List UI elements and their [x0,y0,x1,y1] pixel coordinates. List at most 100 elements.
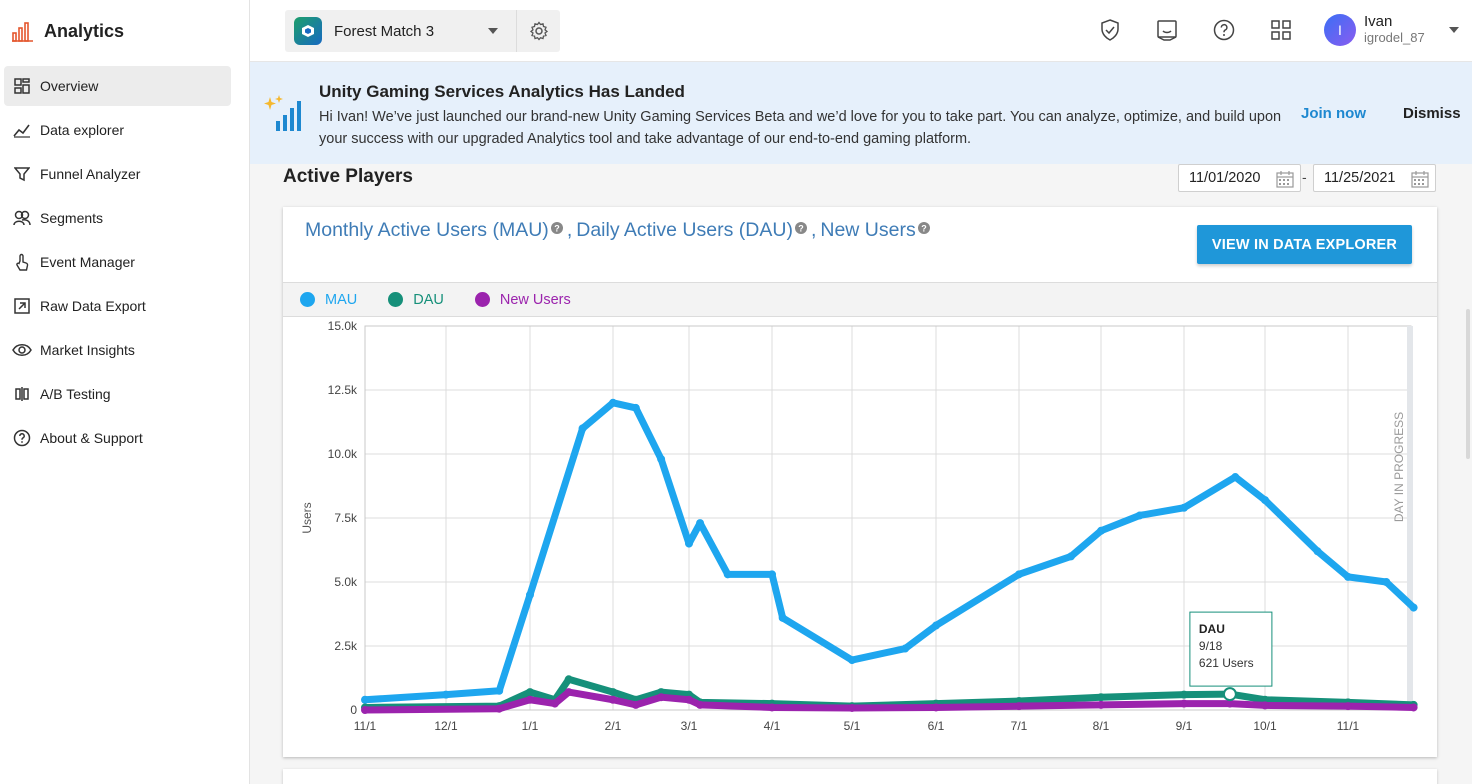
mau-title-link[interactable]: Monthly Active Users (MAU) [305,219,549,242]
sidebar-item-label: Market Insights [40,342,135,358]
info-icon[interactable]: ? [550,222,563,234]
touch-icon [12,252,32,272]
new-users-point [848,703,856,712]
dismiss-button[interactable]: Dismiss [1403,105,1461,122]
banner-title: Unity Gaming Services Analytics Has Land… [319,82,685,101]
legend-item-new-users[interactable]: New Users [474,292,571,308]
mau-point [1097,526,1105,535]
overview-icon [12,76,32,96]
sidebar-item-ab-testing[interactable]: A/B Testing [4,374,231,414]
sidebar-item-overview[interactable]: Overview [4,66,231,106]
project-selector[interactable]: Forest Match 3 [285,10,560,52]
scrollbar-thumb[interactable] [1466,309,1470,459]
mau-point [723,570,732,579]
eye-icon [12,340,32,360]
new-users-point [1097,700,1105,709]
segments-icon [12,208,32,228]
tooltip-series: DAU [1199,622,1225,636]
sidebar-item-raw-data-export[interactable]: Raw Data Export [4,286,231,326]
info-icon[interactable]: ? [917,222,930,234]
day-in-progress-band [1407,326,1413,710]
line-chart-icon [12,120,32,140]
mau-point [1231,473,1240,482]
calendar-icon[interactable] [1411,170,1429,188]
x-tick-label: 10/1 [1253,719,1277,733]
dau-title-link[interactable]: Daily Active Users (DAU) [576,219,793,242]
sidebar-item-about-support[interactable]: About & Support [4,418,231,458]
view-in-data-explorer-button[interactable]: VIEW IN DATA EXPLORER [1197,225,1412,264]
sidebar-item-label: Data explorer [40,122,125,138]
y-tick-label: 15.0k [328,319,358,333]
mau-point [1382,578,1391,586]
help-icon[interactable] [1212,18,1236,42]
sidebar-item-label: Segments [40,210,104,226]
gear-icon [529,21,548,41]
legend-item-mau[interactable]: MAU [300,292,357,308]
user-handle: igrodel_87 [1364,30,1425,45]
info-icon[interactable]: ? [794,222,807,234]
tooltip-date: 9/18 [1199,639,1223,653]
title-separator: , [810,219,817,241]
user-menu[interactable]: I Ivan igrodel_87 [1324,14,1459,46]
calendar-icon[interactable] [1276,170,1294,188]
mau-point [1015,570,1023,579]
sidebar-item-label: About & Support [40,430,143,446]
card-title: Monthly Active Users (MAU) ? , Daily Act… [305,219,934,242]
dau-point [1097,693,1105,702]
new-users-point [564,688,573,697]
mau-point [1135,511,1144,520]
new-users-point [768,703,776,712]
sidebar-item-data-explorer[interactable]: Data explorer [4,110,231,150]
avatar: I [1324,14,1356,46]
dau-point [526,688,534,697]
svg-text:?: ? [554,224,560,234]
date-from-field[interactable]: 11/01/2020 [1178,164,1301,192]
mau-point [696,519,705,528]
sidebar-item-event-manager[interactable]: Event Manager [4,242,231,282]
mau-point [1409,603,1418,612]
tooltip-marker [1222,687,1237,702]
announcement-banner: Unity Gaming Services Analytics Has Land… [250,62,1472,164]
active-players-chart[interactable]: 0 2.5k 5.0k 7.5k 10.0k 12.5k 15.0k 11/1 12/1 1/1 2… [283,317,1437,757]
chevron-down-icon [488,28,498,34]
date-to-field[interactable]: 11/25/2021 [1313,164,1436,192]
x-tick-label: 11/1 [1337,719,1360,733]
legend-dot [388,292,404,307]
date-separator: - [1302,169,1307,185]
y-tick-label: 5.0k [334,575,358,589]
shield-icon[interactable] [1098,18,1122,42]
project-settings-button[interactable] [516,10,560,52]
join-now-link[interactable]: Join now [1301,105,1366,122]
y-tick-label: 7.5k [334,511,358,525]
sidebar-item-label: A/B Testing [40,386,111,402]
new-users-point [696,700,705,709]
user-info: Ivan igrodel_87 [1364,14,1425,46]
new-users-title-link[interactable]: New Users [820,219,915,242]
new-users-point [932,703,940,712]
apps-grid-icon[interactable] [1269,18,1293,42]
sidebar-item-market-insights[interactable]: Market Insights [4,330,231,370]
top-icons [1098,18,1326,42]
legend-item-dau[interactable]: DAU [388,292,444,308]
mau-point [768,570,776,579]
sidebar-item-funnel-analyzer[interactable]: Funnel Analyzer [4,154,231,194]
x-tick-label: 2/1 [605,719,622,733]
brand[interactable]: Analytics [0,0,249,62]
app-title: Analytics [44,20,125,41]
sidebar-item-segments[interactable]: Segments [4,198,231,238]
x-tick-label: 4/1 [764,719,781,733]
new-users-point [550,699,559,708]
legend-label: MAU [325,291,358,308]
new-users-point [1015,702,1023,711]
x-tick-label: 1/1 [522,719,539,733]
new-users-point [1261,701,1269,710]
new-users-point [657,693,666,702]
sidebar-nav: Overview Data explorer Funnel Analyzer S… [0,62,249,458]
y-tick-label: 10.0k [328,447,358,461]
sidebar-item-label: Funnel Analyzer [40,166,141,182]
new-users-point [1180,699,1188,708]
mau-point [442,690,450,699]
mau-point [932,621,940,630]
mau-point [901,644,910,653]
inbox-icon[interactable] [1155,18,1179,42]
